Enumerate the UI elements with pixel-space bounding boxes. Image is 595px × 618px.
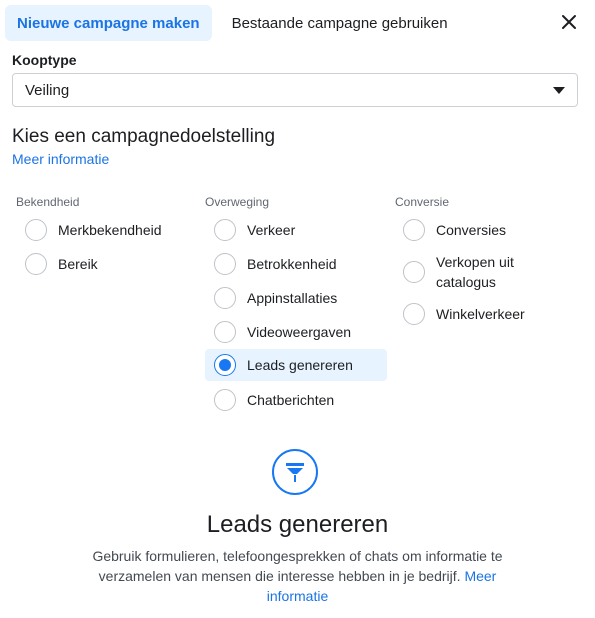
option-messages[interactable]: Chatberichten bbox=[214, 389, 334, 411]
option-label: Bereik bbox=[58, 256, 98, 272]
option-lead-generation[interactable]: Leads genereren bbox=[205, 349, 387, 381]
group-title-conversion: Conversie bbox=[395, 195, 450, 209]
radio-dot bbox=[219, 359, 231, 371]
radio-button[interactable] bbox=[25, 219, 47, 241]
option-label: Chatberichten bbox=[247, 392, 335, 408]
group-title-awareness: Bekendheid bbox=[16, 195, 80, 209]
radio-button[interactable] bbox=[403, 261, 425, 283]
objective-more-info-link[interactable]: Meer informatie bbox=[12, 151, 109, 167]
option-brand-awareness[interactable]: Merkbekendheid bbox=[25, 219, 162, 241]
buying-type-value: Veiling bbox=[25, 81, 70, 99]
radio-button[interactable] bbox=[214, 253, 236, 275]
objective-heading: Kies een campagnedoelstelling bbox=[12, 126, 276, 147]
group-title-consideration: Overweging bbox=[205, 195, 270, 209]
option-label: Conversies bbox=[436, 222, 507, 238]
option-label: Videoweergaven bbox=[247, 324, 352, 340]
funnel-glyph bbox=[286, 463, 304, 482]
radio-button-selected[interactable] bbox=[214, 354, 236, 376]
radio-button[interactable] bbox=[25, 253, 47, 275]
option-label: Verkopen uit catalogus bbox=[436, 254, 514, 290]
radio-button[interactable] bbox=[403, 303, 425, 325]
option-store-traffic[interactable]: Winkelverkeer bbox=[403, 303, 525, 325]
detail-title: Leads genereren bbox=[206, 511, 389, 538]
radio-button[interactable] bbox=[214, 219, 236, 241]
option-conversions[interactable]: Conversies bbox=[403, 219, 506, 241]
radio-button[interactable] bbox=[214, 321, 236, 343]
buying-type-label: Kooptype bbox=[12, 52, 77, 68]
option-engagement[interactable]: Betrokkenheid bbox=[214, 253, 337, 275]
tab-new-campaign[interactable]: Nieuwe campagne maken bbox=[5, 5, 212, 41]
buying-type-select[interactable]: Veiling bbox=[12, 73, 578, 107]
option-catalog-sales[interactable]: Verkopen uit catalogus bbox=[403, 252, 536, 292]
option-label: Appinstallaties bbox=[247, 290, 338, 306]
option-label: Verkeer bbox=[247, 222, 296, 238]
detail-description: Gebruik formulieren, telefoongesprekken … bbox=[80, 546, 515, 606]
option-label: Merkbekendheid bbox=[58, 222, 162, 238]
option-traffic[interactable]: Verkeer bbox=[214, 219, 295, 241]
tab-existing-campaign[interactable]: Bestaande campagne gebruiken bbox=[220, 5, 460, 41]
campaign-tabs: Nieuwe campagne maken Bestaande campagne… bbox=[5, 5, 460, 41]
detail-description-text: Gebruik formulieren, telefoongesprekken … bbox=[92, 548, 503, 584]
option-label: Winkelverkeer bbox=[436, 306, 525, 322]
option-app-installs[interactable]: Appinstallaties bbox=[214, 287, 337, 309]
option-label: Leads genereren bbox=[247, 357, 353, 373]
radio-button[interactable] bbox=[214, 287, 236, 309]
close-icon[interactable] bbox=[557, 10, 581, 34]
option-video-views[interactable]: Videoweergaven bbox=[214, 321, 351, 343]
option-reach[interactable]: Bereik bbox=[25, 253, 98, 275]
radio-button[interactable] bbox=[214, 389, 236, 411]
funnel-icon bbox=[272, 449, 318, 495]
radio-button[interactable] bbox=[403, 219, 425, 241]
chevron-down-icon bbox=[553, 87, 565, 94]
option-label: Betrokkenheid bbox=[247, 256, 337, 272]
